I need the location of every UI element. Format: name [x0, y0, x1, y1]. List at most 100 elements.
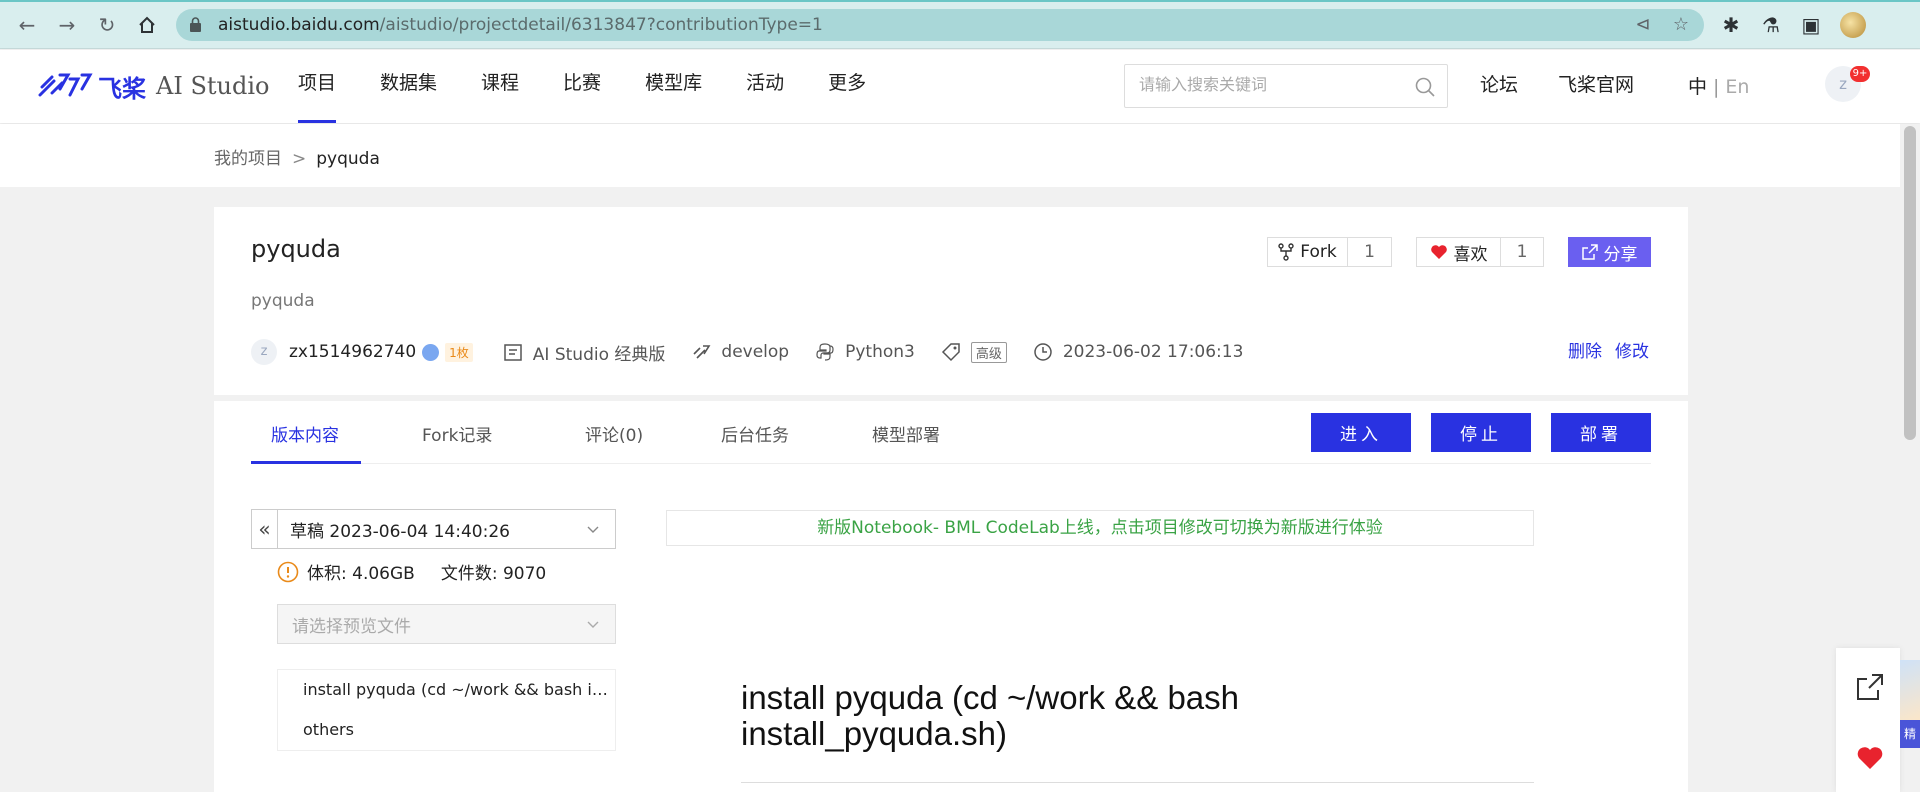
url-domain: aistudio.baidu.com	[218, 15, 380, 35]
tab-model-deploy[interactable]: 模型部署	[872, 421, 940, 446]
heart-icon[interactable]	[1856, 744, 1884, 772]
branch-text: develop	[721, 342, 790, 362]
chevron-down-icon	[587, 621, 599, 628]
tab-comments[interactable]: 评论(0)	[585, 421, 643, 446]
promo-decoration	[1900, 660, 1920, 720]
preview-file-select[interactable]: 请选择预览文件	[277, 604, 616, 644]
lock-icon	[190, 17, 201, 32]
project-description: pyquda	[251, 291, 315, 311]
calendar-icon	[504, 344, 522, 361]
like-label-text: 喜欢	[1453, 244, 1488, 265]
warning-icon	[277, 561, 299, 582]
collapse-sidebar-icon[interactable]: «	[252, 510, 278, 548]
search-icon[interactable]	[1415, 77, 1435, 97]
address-bar[interactable]: aistudio.baidu.com/aistudio/projectdetai…	[176, 9, 1704, 41]
edit-link[interactable]: 修改	[1615, 337, 1649, 362]
forward-arrow-icon[interactable]: →	[54, 12, 80, 38]
list-item[interactable]: install pyquda (cd ~/work && bash instal…	[303, 680, 608, 699]
stop-button[interactable]: 停止	[1431, 413, 1531, 452]
main-nav: 项目 数据集 课程 比赛 模型库 活动 更多	[298, 50, 910, 123]
version-stats: 体积: 4.06GB 文件数: 9070	[277, 559, 546, 584]
paddle-logo-icon	[38, 73, 93, 97]
language-switch: 中 | En	[1688, 72, 1749, 99]
clock-icon	[1034, 343, 1052, 361]
level-tag: 高级	[970, 341, 1007, 363]
tab-background-tasks[interactable]: 后台任务	[721, 421, 789, 446]
edition-item: AI Studio 经典版	[503, 340, 666, 365]
coin-badge: 1枚	[445, 342, 473, 362]
markdown-heading: install pyquda (cd ~/work && bash instal…	[741, 679, 1240, 752]
lang-zh[interactable]: 中	[1688, 76, 1707, 98]
url-path: /aistudio/projectdetail/6313847?contribu…	[379, 15, 823, 35]
site-header: 飞桨 AI Studio 项目 数据集 课程 比赛 模型库 活动 更多 论坛 飞…	[0, 50, 1920, 123]
extensions-puzzle-icon[interactable]: ✱	[1718, 12, 1744, 38]
nav-courses[interactable]: 课程	[481, 50, 519, 123]
notice-banner[interactable]: 新版Notebook- BML CodeLab上线，点击项目修改可切换为新版进行…	[666, 510, 1534, 546]
like-label: 喜欢	[1417, 238, 1501, 266]
nav-projects[interactable]: 项目	[298, 50, 337, 123]
breadcrumb-bar: 我的项目 > pyquda	[0, 124, 1900, 187]
author-username[interactable]: zx1514962740	[289, 342, 416, 362]
back-arrow-icon[interactable]: ←	[14, 12, 40, 38]
heart-icon	[1430, 245, 1447, 259]
search-box	[1124, 64, 1448, 108]
version-select[interactable]: « 草稿 2023-06-04 14:40:26	[251, 509, 616, 549]
external-share-icon	[1581, 244, 1598, 260]
share-page-icon[interactable]: ⊲	[1632, 14, 1654, 36]
lang-separator: |	[1713, 76, 1720, 98]
project-meta: z zx1514962740 1枚 AI Studio 经典版 develop …	[251, 337, 1269, 367]
paddle-branch-icon	[693, 345, 711, 359]
notification-badge[interactable]: 9+	[1850, 66, 1870, 82]
file-count-stat: 文件数: 9070	[440, 564, 547, 584]
paddle-official-link[interactable]: 飞桨官网	[1558, 70, 1634, 97]
active-tab-underline	[251, 461, 361, 464]
markdown-divider	[741, 782, 1534, 783]
reload-icon[interactable]: ↻	[94, 12, 120, 38]
preview-placeholder: 请选择预览文件	[292, 616, 411, 637]
home-icon[interactable]	[134, 12, 160, 38]
branch-item: develop	[691, 342, 789, 362]
file-list: install pyquda (cd ~/work && bash instal…	[277, 669, 616, 751]
list-item[interactable]: others	[303, 720, 608, 739]
site-logo[interactable]: 飞桨 AI Studio	[38, 68, 269, 104]
breadcrumb-separator: >	[292, 149, 307, 169]
nav-more[interactable]: 更多	[828, 50, 866, 123]
scroll-thumb[interactable]	[1904, 126, 1916, 440]
nav-datasets[interactable]: 数据集	[380, 50, 437, 123]
browser-top-accent	[0, 0, 1920, 2]
time-item: 2023-06-02 17:06:13	[1033, 342, 1244, 362]
featured-badge[interactable]: 精	[1900, 720, 1920, 748]
lang-en[interactable]: En	[1725, 76, 1749, 98]
version-selected: 草稿 2023-06-04 14:40:26	[290, 521, 510, 542]
fork-label-text: Fork	[1300, 242, 1337, 262]
fork-count: 1	[1364, 242, 1375, 262]
project-content-card: 版本内容 Fork记录 评论(0) 后台任务 模型部署 进入 停止 部署 « 草…	[214, 401, 1688, 792]
edition-text: AI Studio 经典版	[532, 344, 666, 365]
fork-button[interactable]: Fork 1	[1267, 237, 1392, 267]
like-button[interactable]: 喜欢 1	[1416, 237, 1544, 267]
side-panel-icon[interactable]: ▣	[1798, 12, 1824, 38]
delete-link[interactable]: 删除	[1568, 337, 1602, 362]
search-input[interactable]	[1139, 75, 1399, 94]
nav-model-hub[interactable]: 模型库	[645, 50, 702, 123]
timestamp-text: 2023-06-02 17:06:13	[1062, 342, 1244, 362]
browser-profile-avatar[interactable]	[1840, 12, 1866, 38]
nav-competitions[interactable]: 比赛	[563, 50, 601, 123]
nav-activities[interactable]: 活动	[746, 50, 784, 123]
share-external-icon[interactable]	[1856, 673, 1884, 701]
project-title: pyquda	[251, 235, 341, 263]
tab-version-content[interactable]: 版本内容	[271, 421, 339, 446]
enter-button[interactable]: 进入	[1311, 413, 1411, 452]
labs-flask-icon[interactable]: ⚗	[1758, 12, 1784, 38]
author-avatar[interactable]: z	[251, 339, 277, 365]
forum-link[interactable]: 论坛	[1480, 70, 1518, 97]
share-button[interactable]: 分享	[1568, 237, 1651, 267]
level-item: 高级	[941, 341, 1007, 363]
verified-badge-icon	[422, 343, 440, 361]
fork-icon	[1278, 243, 1294, 261]
deploy-button[interactable]: 部署	[1551, 413, 1651, 452]
browser-toolbar: ← → ↻ aistudio.baidu.com/aistudio/projec…	[0, 0, 1920, 49]
bookmark-star-icon[interactable]: ☆	[1670, 14, 1692, 36]
tab-fork-records[interactable]: Fork记录	[422, 421, 492, 446]
breadcrumb-my-projects[interactable]: 我的项目	[214, 149, 282, 169]
